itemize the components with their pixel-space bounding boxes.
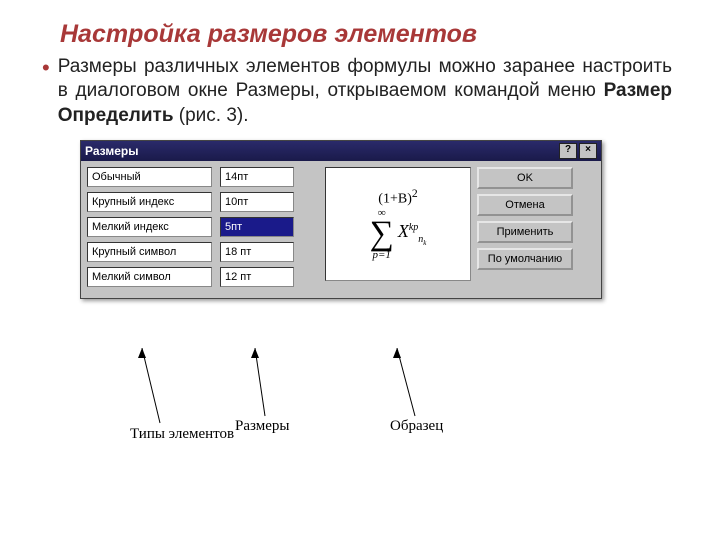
field-value[interactable]: 10пт: [220, 192, 294, 212]
field-label: Мелкий символ: [87, 267, 212, 287]
callout-sizes: Размеры: [235, 418, 289, 435]
close-button[interactable]: ×: [579, 143, 597, 159]
prev-top-sup: 2: [412, 187, 418, 200]
sigma-bot: p=1: [370, 249, 394, 261]
field-row: Крупный индекс 10пт: [87, 192, 319, 212]
dialog-title: Размеры: [85, 144, 557, 158]
preview-box: (1+B)2 ∞ ∑ p=1 Xkpnk: [325, 167, 471, 281]
field-label: Обычный: [87, 167, 212, 187]
fields-column: Обычный 14пт Крупный индекс 10пт Мелкий …: [87, 167, 319, 292]
field-value-selected[interactable]: 5пт: [220, 217, 294, 237]
body-pre: Размеры различных элементов формулы можн…: [58, 56, 672, 101]
apply-button[interactable]: Применить: [477, 221, 573, 243]
sizes-dialog: Размеры ? × Обычный 14пт Крупный индекс …: [80, 140, 602, 299]
buttons-column: OK Отмена Применить По умолчанию: [477, 167, 595, 292]
titlebar: Размеры ? ×: [81, 141, 601, 161]
field-label: Мелкий индекс: [87, 217, 212, 237]
callouts-layer: Типы элементов Размеры Образец: [80, 348, 600, 468]
prev-subsub: k: [423, 239, 426, 247]
body-text: Размеры различных элементов формулы можн…: [58, 55, 672, 128]
field-value[interactable]: 18 пт: [220, 242, 294, 262]
sigma-icon: ∑: [370, 219, 394, 249]
body-bold2: Определить: [58, 105, 174, 126]
field-row: Обычный 14пт: [87, 167, 319, 187]
help-button[interactable]: ?: [559, 143, 577, 159]
prev-rhs: X: [398, 221, 409, 241]
callout-sample: Образец: [390, 418, 443, 435]
field-row: Мелкий символ 12 пт: [87, 267, 319, 287]
preview-formula: (1+B)2 ∞ ∑ p=1 Xkpnk: [370, 187, 427, 262]
callout-types: Типы элементов: [130, 426, 220, 443]
dialog-body: Обычный 14пт Крупный индекс 10пт Мелкий …: [81, 161, 601, 298]
body-bold1: Размер: [604, 80, 672, 101]
default-button[interactable]: По умолчанию: [477, 248, 573, 270]
callout-arrows: [80, 348, 600, 478]
prev-top: (1+B): [378, 191, 412, 206]
bullet-dot: •: [42, 55, 50, 81]
ok-button[interactable]: OK: [477, 167, 573, 189]
field-label: Крупный индекс: [87, 192, 212, 212]
field-row: Мелкий индекс 5пт: [87, 217, 319, 237]
field-label: Крупный символ: [87, 242, 212, 262]
prev-sup: kp: [409, 222, 418, 233]
cancel-button[interactable]: Отмена: [477, 194, 573, 216]
field-value[interactable]: 14пт: [220, 167, 294, 187]
body-post: (рис. 3).: [174, 105, 249, 126]
bullet-row: • Размеры различных элементов формулы мо…: [0, 55, 720, 128]
field-value[interactable]: 12 пт: [220, 267, 294, 287]
slide-title: Настройка размеров элементов: [0, 0, 720, 55]
field-row: Крупный символ 18 пт: [87, 242, 319, 262]
